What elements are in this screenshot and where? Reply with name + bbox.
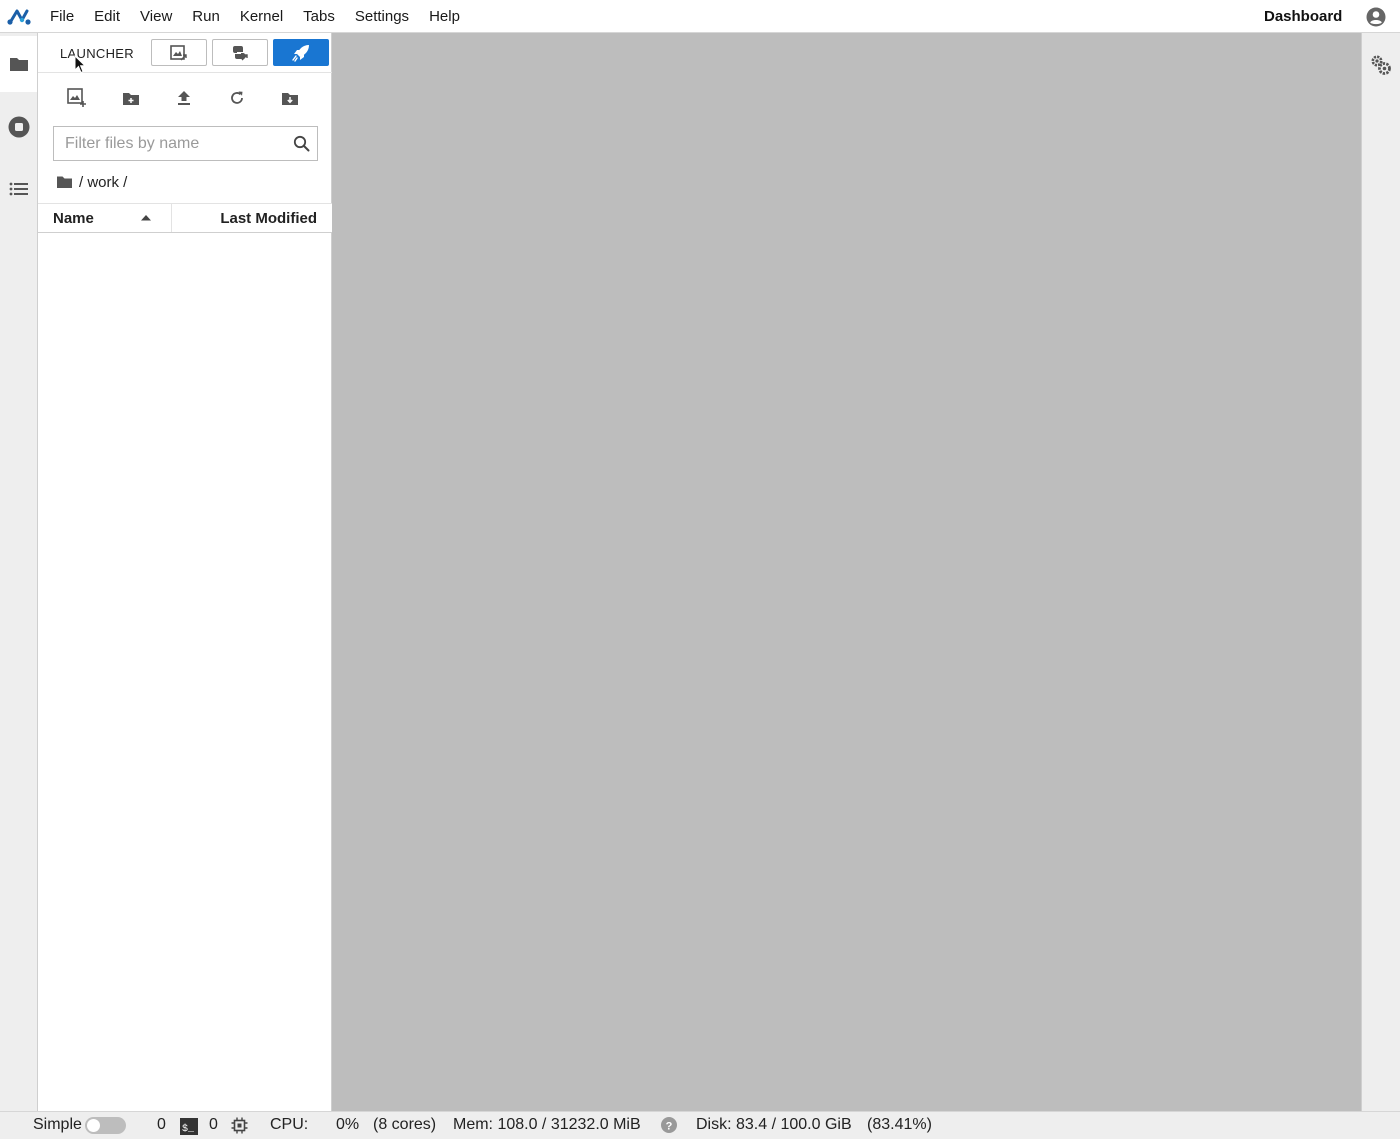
menu-items: File Edit View Run Kernel Tabs Settings … [40,0,470,33]
running-sessions-tab[interactable] [0,99,37,155]
user-account-icon[interactable] [1366,7,1386,27]
gears-icon[interactable] [1369,53,1393,77]
stop-circle-icon [8,116,29,138]
simple-mode-toggle[interactable] [85,1117,126,1134]
filter-box [53,126,318,161]
launcher-label[interactable]: LAUNCHER [60,46,134,61]
notebook-icon [170,44,187,60]
dashboard-link[interactable]: Dashboard [1264,8,1342,25]
refresh-button[interactable] [225,87,249,109]
terminal-count[interactable]: 0 [209,1116,218,1134]
disk-usage: Disk: 83.4 / 100.0 GiB [696,1116,852,1133]
file-browser-tab[interactable] [0,36,37,92]
simple-mode-label: Simple [33,1116,82,1133]
chip-icon [231,1117,248,1134]
folder-icon [9,58,28,71]
file-listing-header: Name Last Modified [38,203,332,233]
column-name-label: Name [53,210,94,227]
column-header-name[interactable]: Name [38,204,172,232]
open-console-button[interactable] [212,39,268,66]
sort-ascending-icon [141,215,151,221]
file-list[interactable] [38,233,332,1111]
launcher-rocket-button[interactable] [273,39,329,66]
cpu-usage-value: 0% [336,1116,360,1133]
upload-icon [178,91,190,105]
svg-text:$_: $_ [182,1123,195,1135]
refresh-icon [231,91,243,104]
cpu-label: CPU: [270,1116,309,1133]
svg-text:?: ? [666,1120,673,1132]
file-browser-toolbar [38,83,332,113]
new-folder-button[interactable] [119,87,143,109]
cpu-cores: (8 cores) [373,1116,437,1133]
menu-help[interactable]: Help [419,0,470,33]
column-modified-label: Last Modified [220,210,317,227]
filter-files-input[interactable] [54,127,286,160]
main-dock-area[interactable] [332,33,1361,1111]
search-icon [293,135,310,152]
menu-run[interactable]: Run [182,0,230,33]
help-circle-icon[interactable]: ? [661,1117,677,1133]
git-clone-icon [282,92,298,105]
python-console-icon [233,45,248,60]
file-browser-panel: LAUNCHER Filter files by name / work / N… [38,33,332,1111]
new-folder-icon [123,92,139,105]
terminal-icon[interactable]: $_ [180,1118,198,1135]
upload-button[interactable] [172,87,196,109]
breadcrumb-path[interactable]: / work / [79,174,127,191]
mouse-cursor-icon [74,55,86,74]
memory-usage: Mem: 108.0 / 31232.0 MiB [453,1116,641,1133]
menu-tabs[interactable]: Tabs [293,0,345,33]
git-clone-button[interactable] [278,87,302,109]
table-of-contents-tab[interactable] [0,161,37,217]
rocket-icon [292,44,309,62]
menu-edit[interactable]: Edit [84,0,130,33]
toggle-knob [87,1119,100,1132]
jupyter-logo-icon[interactable] [6,7,32,27]
list-icon [9,182,28,196]
menu-view[interactable]: View [130,0,182,33]
breadcrumb: / work / [56,172,127,192]
status-bar: Simple 0 $_ 0 CPU: 0% (8 cores) Mem: 108… [0,1111,1400,1139]
menu-bar: File Edit View Run Kernel Tabs Settings … [0,0,1400,33]
kernel-count[interactable]: 0 [157,1116,166,1134]
column-header-last-modified[interactable]: Last Modified [172,204,332,232]
open-notebook-button[interactable] [151,39,207,66]
menu-settings[interactable]: Settings [345,0,419,33]
left-activity-bar [0,33,38,1111]
new-launcher-button[interactable] [65,87,89,109]
menu-file[interactable]: File [40,0,84,33]
disk-usage-percent: (83.41%) [867,1116,932,1133]
right-sidebar [1361,33,1400,1111]
folder-icon[interactable] [56,175,73,189]
menu-kernel[interactable]: Kernel [230,0,293,33]
new-launcher-icon [67,88,86,107]
